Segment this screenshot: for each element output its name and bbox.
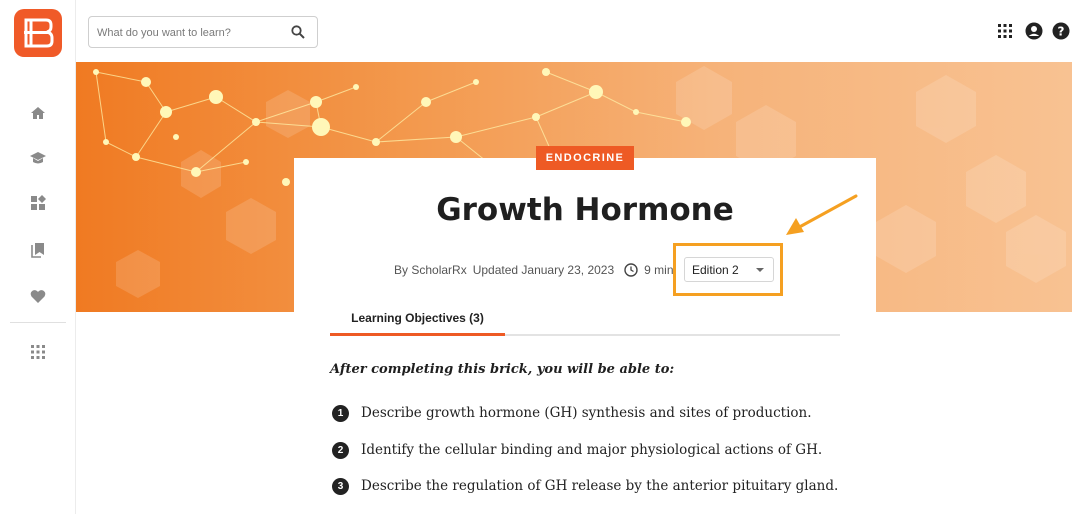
search-box[interactable] [88, 16, 318, 48]
dashboard-icon[interactable] [28, 193, 48, 213]
objective-text: Describe growth hormone (GH) synthesis a… [361, 405, 812, 421]
objective-text: Identify the cellular binding and major … [361, 442, 823, 458]
apps-grid-icon[interactable] [996, 22, 1014, 40]
edition-select[interactable]: Edition 2 [684, 257, 774, 282]
objective-text: Describe the regulation of GH release by… [361, 478, 839, 494]
list-item: 3 Describe the regulation of GH release … [332, 476, 838, 496]
objective-number: 1 [332, 404, 349, 422]
objective-number: 2 [332, 441, 349, 459]
heart-icon[interactable] [28, 286, 48, 306]
clock-icon [624, 263, 638, 277]
brick-meta: By ScholarRx Updated January 23, 2023 9 … [394, 262, 680, 278]
objective-number: 3 [332, 477, 349, 495]
annotation-arrow-icon [786, 194, 858, 235]
updated-label: Updated January 23, 2023 [472, 263, 615, 277]
home-icon[interactable] [28, 103, 48, 123]
search-input[interactable] [97, 23, 277, 43]
scholarrx-logo-icon[interactable] [14, 9, 62, 57]
list-item: 2 Identify the cellular binding and majo… [332, 440, 822, 460]
list-item: 1 Describe growth hormone (GH) synthesis… [332, 403, 812, 423]
tab-learning-objectives[interactable]: Learning Objectives (3) [330, 300, 505, 336]
bookmarks-icon[interactable] [28, 240, 48, 260]
duration-label: 9 min [644, 263, 674, 277]
graduation-cap-icon[interactable] [28, 148, 48, 168]
app-window: ? [0, 0, 1072, 514]
edition-select-value: Edition 2 [692, 263, 739, 277]
author-label: By ScholarRx [394, 263, 467, 277]
caret-down-icon [756, 268, 764, 272]
svg-text:?: ? [1058, 25, 1065, 39]
sidebar [0, 0, 76, 514]
topic-badge[interactable]: ENDOCRINE [536, 146, 634, 170]
objectives-intro: After completing this brick, you will be… [330, 362, 675, 377]
apps-grid-icon[interactable] [28, 342, 48, 362]
account-icon[interactable] [1025, 22, 1043, 40]
active-tab-indicator [330, 333, 505, 336]
search-icon[interactable] [291, 25, 305, 39]
top-header: ? [76, 0, 1072, 62]
help-icon[interactable]: ? [1052, 22, 1070, 40]
sidebar-divider [10, 322, 66, 323]
tab-bar: Learning Objectives (3) [330, 300, 840, 336]
